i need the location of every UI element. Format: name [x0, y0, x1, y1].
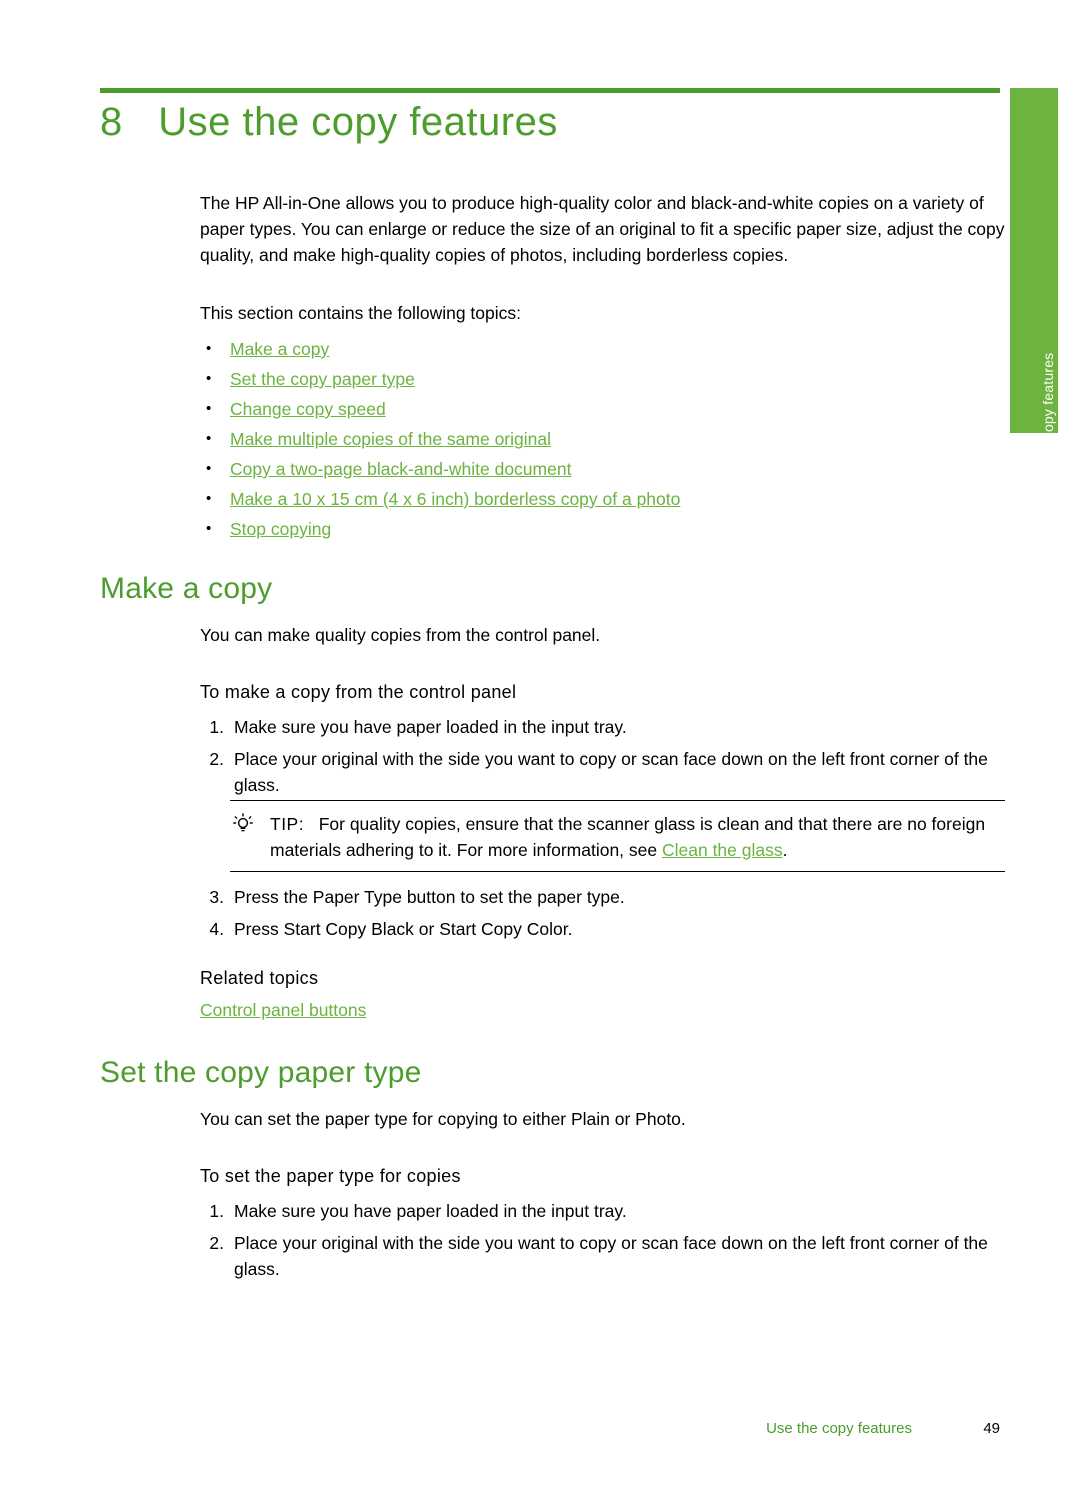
page-footer: Use the copy features 49 — [100, 1420, 1000, 1437]
topic-list: Make a copy Set the copy paper type Chan… — [200, 336, 1005, 546]
step-text: Make sure you have paper loaded in the i… — [234, 1201, 627, 1221]
step-text: Place your original with the side you wa… — [234, 1233, 988, 1279]
tip-link-clean-the-glass[interactable]: Clean the glass — [662, 840, 783, 860]
tip-spacer — [309, 814, 319, 834]
footer-page-number: 49 — [983, 1420, 1000, 1437]
chapter-title: Use the copy features — [158, 100, 558, 144]
topic-link-stop-copying[interactable]: Stop copying — [230, 519, 331, 539]
list-item: 2. Place your original with the side you… — [200, 1230, 1005, 1282]
list-item: Make a 10 x 15 cm (4 x 6 inch) borderles… — [200, 486, 1005, 512]
topic-link-change-copy-speed[interactable]: Change copy speed — [230, 399, 386, 419]
footer-title: Use the copy features — [766, 1420, 912, 1437]
step-number: 4. — [209, 919, 224, 939]
related-link-control-panel-buttons[interactable]: Control panel buttons — [200, 1000, 366, 1020]
list-item: 1. Make sure you have paper loaded in th… — [200, 714, 1005, 740]
related-topics-link-wrapper: Control panel buttons — [200, 1000, 366, 1021]
list-item: Make multiple copies of the same origina… — [200, 426, 1005, 452]
tip-box: TIP: For quality copies, ensure that the… — [230, 800, 1005, 872]
tip-content: TIP: For quality copies, ensure that the… — [230, 811, 1005, 863]
step-number: 1. — [209, 717, 224, 737]
side-tab-label: Use the copy features — [1040, 352, 1056, 493]
step-text: Press the Paper Type button to set the p… — [234, 887, 625, 907]
set-paper-type-intro: You can set the paper type for copying t… — [200, 1109, 686, 1129]
list-item: Change copy speed — [200, 396, 1005, 422]
step-number: 2. — [209, 1233, 224, 1253]
make-a-copy-procedure-heading: To make a copy from the control panel — [200, 682, 517, 702]
topic-link-make-a-copy[interactable]: Make a copy — [230, 339, 329, 359]
step-number: 1. — [209, 1201, 224, 1221]
list-item: 2. Place your original with the side you… — [200, 746, 1005, 798]
section-heading-set-the-copy-paper-type: Set the copy paper type — [100, 1056, 422, 1089]
chapter-number: 8 — [100, 100, 123, 144]
list-item: 4. Press Start Copy Black or Start Copy … — [200, 916, 1005, 942]
topic-link-make-multiple-copies[interactable]: Make multiple copies of the same origina… — [230, 429, 551, 449]
list-item: Make a copy — [200, 336, 1005, 362]
step-number: 2. — [209, 749, 224, 769]
step-number: 3. — [209, 887, 224, 907]
step-text: Place your original with the side you wa… — [234, 749, 988, 795]
make-a-copy-steps-before-tip: 1. Make sure you have paper loaded in th… — [200, 714, 1005, 804]
topic-link-set-the-copy-paper-type[interactable]: Set the copy paper type — [230, 369, 415, 389]
list-item: Set the copy paper type — [200, 366, 1005, 392]
related-topics-heading: Related topics — [200, 968, 319, 988]
topic-link-copy-two-page-document[interactable]: Copy a two-page black-and-white document — [230, 459, 571, 479]
list-item: 3. Press the Paper Type button to set th… — [200, 884, 1005, 910]
tip-label: TIP: — [270, 814, 305, 834]
chapter-top-rule — [100, 88, 1000, 93]
list-item: Stop copying — [200, 516, 1005, 542]
set-paper-type-procedure-heading: To set the paper type for copies — [200, 1166, 461, 1186]
chapter-heading: 8 Use the copy features — [100, 100, 1000, 145]
lightbulb-icon — [232, 813, 254, 835]
list-item: Copy a two-page black-and-white document — [200, 456, 1005, 482]
side-tab: Use the copy features — [1010, 88, 1058, 493]
step-text: Press Start Copy Black or Start Copy Col… — [234, 919, 573, 939]
make-a-copy-intro: You can make quality copies from the con… — [200, 625, 601, 645]
topics-lead: This section contains the following topi… — [200, 303, 521, 323]
intro-paragraph: The HP All-in-One allows you to produce … — [200, 193, 1005, 265]
list-item: 1. Make sure you have paper loaded in th… — [200, 1198, 1005, 1224]
set-paper-type-steps: 1. Make sure you have paper loaded in th… — [200, 1198, 1005, 1288]
tip-text-after-link: . — [782, 840, 788, 860]
document-page: 8 Use the copy features Use the copy fea… — [0, 0, 1080, 1495]
section-heading-make-a-copy: Make a copy — [100, 572, 273, 605]
step-text: Make sure you have paper loaded in the i… — [234, 717, 627, 737]
topic-link-borderless-copy-photo[interactable]: Make a 10 x 15 cm (4 x 6 inch) borderles… — [230, 489, 680, 509]
tip-text-before-link: For quality copies, ensure that the scan… — [270, 814, 986, 860]
make-a-copy-steps-after-tip: 3. Press the Paper Type button to set th… — [200, 884, 1005, 948]
